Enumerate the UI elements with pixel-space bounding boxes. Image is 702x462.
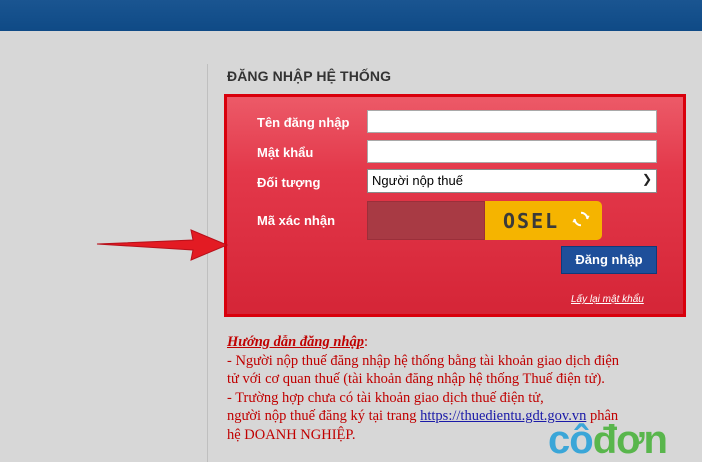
guide-line-1b: tử với cơ quan thuế (tài khoản đăng nhập… (227, 371, 605, 387)
login-button[interactable]: Đăng nhập (561, 246, 657, 274)
type-select-value: Người nộp thuế (372, 173, 463, 188)
guide-line-2b-prefix: người nộp thuế đăng ký tại trang (227, 408, 421, 424)
page-title: ĐĂNG NHẬP HỆ THỐNG (227, 68, 392, 84)
forgot-password-link[interactable]: Lấy lại mật khẩu (571, 294, 644, 305)
type-select[interactable]: Người nộp thuế ❯ (367, 169, 657, 193)
captcha-text: OSEL (503, 209, 560, 233)
red-arrow-icon (96, 229, 229, 261)
captcha-image: OSEL (485, 201, 602, 240)
captcha-input[interactable] (367, 201, 485, 240)
watermark-part1: cô (548, 418, 594, 462)
guide-line-2a: - Trường hợp chưa có tài khoản giao dịch… (227, 389, 544, 406)
username-input[interactable] (367, 110, 657, 133)
password-input[interactable] (367, 140, 657, 163)
watermark-logo: côđơn (548, 418, 668, 462)
guide-line-1a: - Người nộp thuế đăng nhập hệ thống bằng… (227, 352, 620, 369)
chevron-down-icon: ❯ (641, 172, 652, 186)
refresh-icon[interactable] (572, 210, 590, 228)
watermark-part2: đơn (592, 418, 668, 462)
top-header-bar (0, 0, 702, 31)
type-label: Đối tượng (257, 175, 321, 190)
login-panel: Tên đăng nhập Mật khẩu Đối tượng Người n… (224, 94, 686, 317)
captcha-label: Mã xác nhận (257, 213, 336, 228)
guide-title: Hướng dẫn đăng nhập (227, 334, 364, 350)
username-label: Tên đăng nhập (257, 115, 350, 130)
password-label: Mật khẩu (257, 145, 314, 160)
